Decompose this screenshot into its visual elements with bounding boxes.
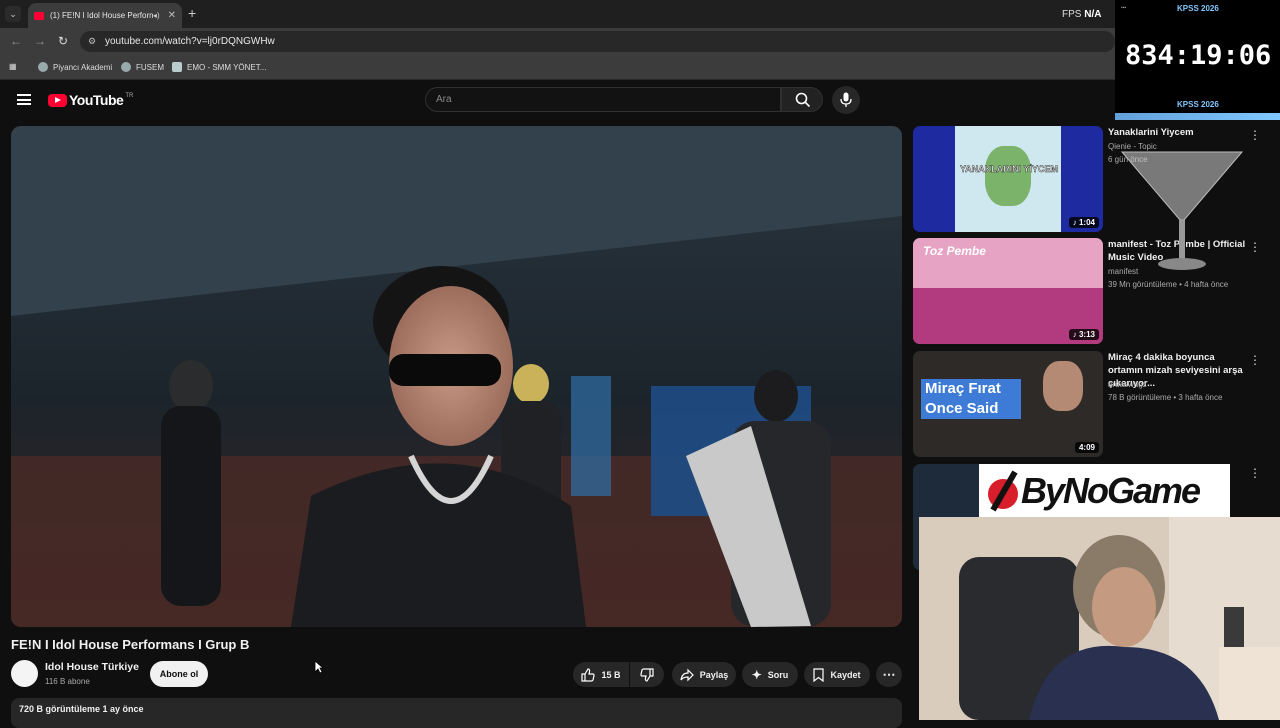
youtube-favicon-icon <box>34 11 44 20</box>
views-and-date: 720 B görüntüleme 1 ay önce <box>19 704 144 714</box>
more-actions-icon[interactable]: ⋯ <box>876 662 902 687</box>
more-vert-icon[interactable]: ⋮ <box>1249 128 1261 142</box>
timer-bar <box>1115 113 1280 120</box>
recommendation-item[interactable]: Miraç Fırat Once Said 4:09 Miraç 4 dakik… <box>913 351 1280 459</box>
share-icon <box>680 668 694 681</box>
forward-icon[interactable]: → <box>34 34 46 48</box>
like-count: 15 B <box>601 669 621 680</box>
duration-badge: 4:09 <box>1074 442 1099 453</box>
url-text: youtube.com/watch?v=lj0rDQNGWHw <box>105 36 275 47</box>
video-frame <box>11 126 902 627</box>
video-player[interactable] <box>11 126 902 627</box>
timer-footer: KPSS 2026 <box>1177 100 1219 109</box>
video-thumbnail[interactable]: Toz Pembe ♪ 3:13 <box>913 238 1103 344</box>
bynogame-logo-icon <box>988 470 1018 512</box>
speaker-icon[interactable]: ◂) <box>153 11 160 20</box>
channel-avatar[interactable] <box>11 660 38 687</box>
globe-icon <box>38 62 48 72</box>
site-icon <box>172 62 182 72</box>
bookmark-icon <box>813 667 825 682</box>
subscribe-button[interactable]: Abone ol <box>150 661 208 687</box>
martini-glass-icon <box>1120 151 1244 270</box>
recommendation-meta: 39 Mn görüntüleme • 4 hafta önce <box>1108 280 1229 289</box>
mouse-cursor-icon <box>314 660 324 674</box>
microphone-icon <box>840 92 852 107</box>
sponsor-text: ByNoGame <box>1021 470 1201 511</box>
webcam-feed <box>919 517 1280 720</box>
webcam-image <box>919 517 1280 720</box>
channel-name[interactable]: Idol House Türkiye <box>45 661 139 673</box>
voice-search-button[interactable] <box>832 86 860 114</box>
tab-title: (1) FE!N I Idol House Performans <box>50 11 153 20</box>
share-button[interactable]: Paylaş <box>672 662 736 687</box>
recommendation-title[interactable]: Yanaklarini Yiycem <box>1108 126 1248 139</box>
fps-indicator: FPS N/A <box>1062 9 1102 20</box>
tab-search-button[interactable]: ⌄ <box>5 6 21 22</box>
apps-grid-icon[interactable]: ▦ <box>9 62 17 71</box>
search-icon <box>795 92 811 108</box>
site-info-icon[interactable]: ⚙ <box>88 31 96 52</box>
more-vert-icon[interactable]: ⋮ <box>1249 240 1261 254</box>
search-input[interactable]: Ara <box>425 87 781 112</box>
sparkle-icon: ✦ <box>751 667 762 682</box>
thumbs-down-icon <box>640 667 654 682</box>
more-vert-icon[interactable]: ⋮ <box>1249 353 1261 367</box>
sponsor-banner: ByNoGame <box>979 464 1230 517</box>
dislike-button[interactable] <box>630 662 664 687</box>
ask-button[interactable]: ✦ Soru <box>742 662 798 687</box>
hamburger-menu-icon[interactable] <box>17 94 31 105</box>
browser-tab-bar: ⌄ (1) FE!N I Idol House Performans ◂) ✕ … <box>0 0 1280 28</box>
youtube-logo[interactable]: YouTube TR <box>48 92 133 108</box>
reload-icon[interactable]: ↻ <box>58 34 68 48</box>
more-vert-icon[interactable]: ⋮ <box>1249 466 1261 480</box>
timer-brand-logo: ▪▪▪ <box>1121 5 1127 11</box>
timer-label: KPSS 2026 <box>1177 4 1219 13</box>
bookmark-piyanci[interactable]: Piyancı Akademi <box>38 62 112 72</box>
bookmarks-bar: ▦ Piyancı Akademi FUSEM EMO - SMM YÖNET.… <box>0 55 1280 80</box>
timer-value: 834:19:06 <box>1125 40 1272 71</box>
bookmark-emo[interactable]: EMO - SMM YÖNET... <box>172 62 266 72</box>
video-thumbnail[interactable]: YANAKLARINI YİYCEM ♪ 1:04 <box>913 126 1103 232</box>
recommendation-channel[interactable]: ardaswagz <box>1108 380 1147 389</box>
duration-badge: ♪ 1:04 <box>1068 217 1099 228</box>
youtube-play-icon <box>48 93 67 107</box>
video-title: FE!N I Idol House Performans I Grup B <box>11 637 250 652</box>
description-box[interactable]: 720 B görüntüleme 1 ay önce <box>11 698 902 728</box>
youtube-header: YouTube TR Ara <box>0 80 1280 120</box>
search-button[interactable] <box>781 87 823 112</box>
close-tab-icon[interactable]: ✕ <box>168 10 176 21</box>
url-bar[interactable]: ⚙ youtube.com/watch?v=lj0rDQNGWHw <box>80 31 1115 52</box>
save-button[interactable]: Kaydet <box>804 662 870 687</box>
new-tab-button[interactable]: + <box>188 5 196 21</box>
countdown-timer-overlay: ▪▪▪ KPSS 2026 834:19:06 KPSS 2026 <box>1115 0 1280 120</box>
like-button[interactable]: 15 B <box>573 662 629 687</box>
recommendation-meta: 78 B görüntüleme • 3 hafta önce <box>1108 393 1223 402</box>
bookmark-fusem[interactable]: FUSEM <box>121 62 164 72</box>
subscriber-count: 116 B abone <box>45 677 90 686</box>
back-icon[interactable]: ← <box>10 34 22 48</box>
duration-badge: ♪ 3:13 <box>1068 329 1099 340</box>
globe-icon <box>121 62 131 72</box>
address-toolbar: ← → ↻ ⚙ youtube.com/watch?v=lj0rDQNGWHw <box>0 28 1280 55</box>
video-thumbnail[interactable]: Miraç Fırat Once Said 4:09 <box>913 351 1103 457</box>
browser-tab[interactable]: (1) FE!N I Idol House Performans ◂) ✕ <box>28 3 182 28</box>
thumbs-up-icon <box>581 667 596 682</box>
